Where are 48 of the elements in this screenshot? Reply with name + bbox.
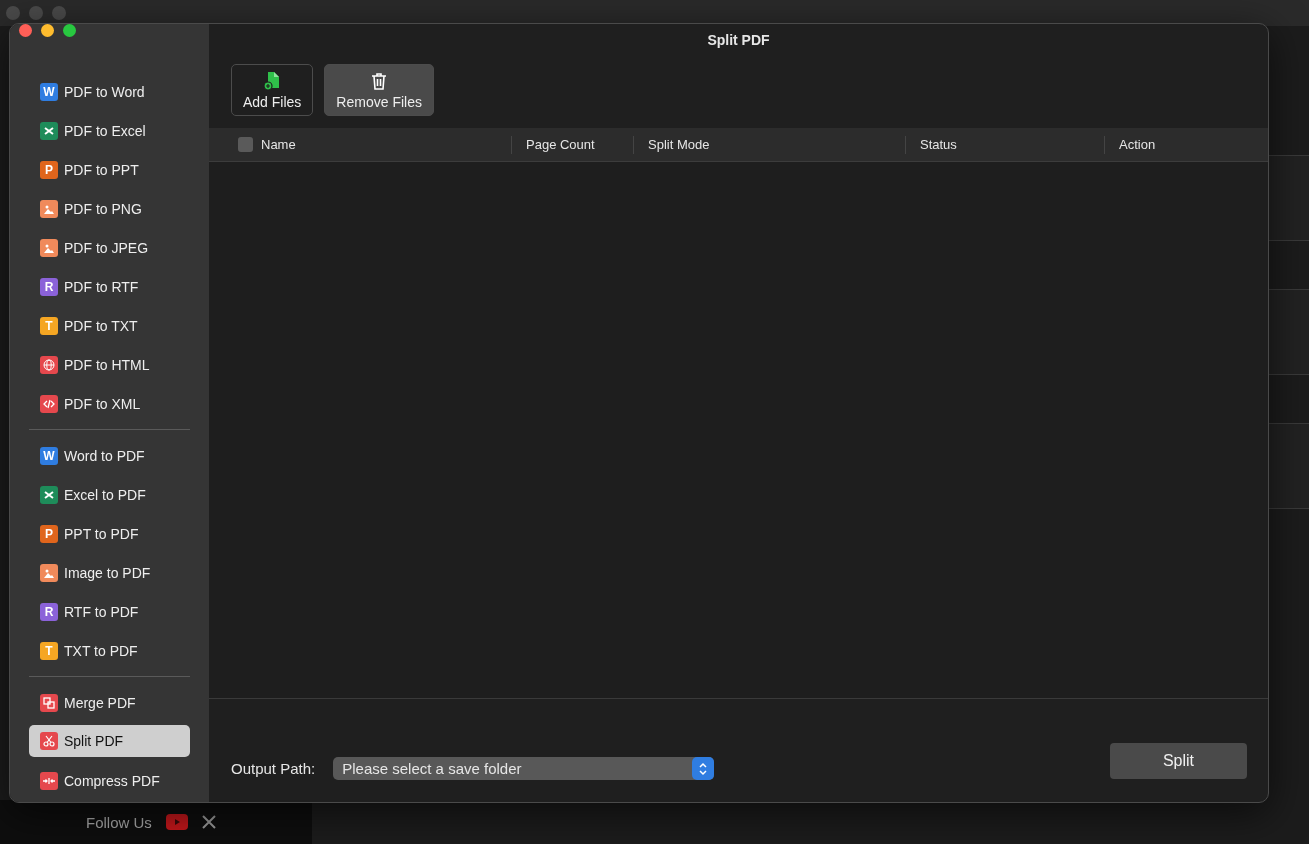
close-icon[interactable]: [19, 24, 32, 37]
video-play-icon[interactable]: [165, 814, 188, 830]
maximize-icon[interactable]: [63, 24, 76, 37]
sidebar-item[interactable]: PDF to PNG: [29, 189, 190, 228]
sidebar-item[interactable]: Merge PDF: [29, 683, 190, 722]
tool-icon: P: [40, 160, 58, 179]
sidebar-item[interactable]: R PDF to RTF: [29, 267, 190, 306]
sidebar-item[interactable]: Split PDF: [29, 725, 190, 757]
chevron-icon: [692, 757, 715, 780]
sidebar-item[interactable]: PDF to Excel: [29, 111, 190, 150]
tool-icon: T: [40, 641, 58, 660]
sidebar-item[interactable]: Image to PDF: [29, 553, 190, 592]
window-control-icon: [29, 6, 43, 20]
column-header[interactable]: Status: [920, 137, 957, 152]
sidebar-item[interactable]: R RTF to PDF: [29, 592, 190, 631]
add-files-button[interactable]: Add Files: [231, 64, 314, 116]
tool-icon: W: [40, 82, 58, 101]
remove-files-button[interactable]: Remove Files: [324, 64, 434, 116]
sidebar-item[interactable]: Compress PDF: [29, 761, 190, 800]
output-path-label: Output Path:: [231, 760, 316, 777]
tool-icon: R: [40, 277, 58, 296]
select-all-checkbox[interactable]: [238, 137, 253, 152]
column-header[interactable]: Split Mode: [648, 137, 710, 152]
tool-icon: W: [40, 446, 58, 465]
sidebar-item[interactable]: PDF to JPEG: [29, 228, 190, 267]
window-control-icon: [6, 6, 20, 20]
sidebar-item[interactable]: Excel to PDF: [29, 475, 190, 514]
tool-icon: T: [40, 316, 58, 335]
tool-icon: P: [40, 524, 58, 543]
split-button[interactable]: Split: [1110, 742, 1247, 779]
output-path-select[interactable]: Please select a save folder: [333, 757, 715, 780]
column-header[interactable]: Action: [1119, 137, 1156, 152]
column-header[interactable]: Name: [261, 137, 296, 152]
minimize-icon[interactable]: [41, 24, 54, 37]
x-logo-icon[interactable]: [201, 815, 216, 829]
sidebar-item[interactable]: PDF to XML: [29, 384, 190, 423]
column-header[interactable]: Page Count: [526, 137, 595, 152]
tool-icon: R: [40, 602, 58, 621]
window-control-icon: [52, 6, 66, 20]
sidebar-item[interactable]: P PPT to PDF: [29, 514, 190, 553]
sidebar-item[interactable]: T TXT to PDF: [29, 631, 190, 670]
follow-label: Follow Us: [86, 813, 152, 831]
sidebar-item[interactable]: P PDF to PPT: [29, 150, 190, 189]
sidebar-item[interactable]: T PDF to TXT: [29, 306, 190, 345]
window-title: Split PDF: [706, 31, 771, 50]
sidebar-item[interactable]: W Word to PDF: [29, 436, 190, 475]
sidebar-item[interactable]: W PDF to Word: [29, 72, 190, 111]
sidebar-item[interactable]: PDF to HTML: [29, 345, 190, 384]
